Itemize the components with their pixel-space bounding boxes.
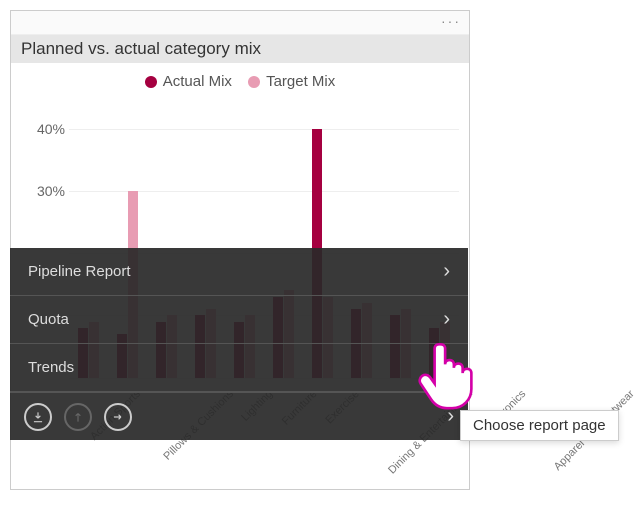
legend-actual: Actual Mix xyxy=(145,73,232,90)
card-header: ··· xyxy=(11,11,469,35)
legend-target: Target Mix xyxy=(248,73,335,90)
up-icon xyxy=(64,403,92,431)
chart-title: Planned vs. actual category mix xyxy=(11,35,469,63)
menu-item-label: Pipeline Report xyxy=(28,263,131,280)
menu-item-quota[interactable]: Quota › xyxy=(10,296,468,344)
chevron-right-icon: › xyxy=(443,260,450,283)
menu-item-pipeline-report[interactable]: Pipeline Report › xyxy=(10,248,468,296)
y-tick: 30% xyxy=(37,183,65,199)
legend-dot-actual xyxy=(145,76,157,88)
download-icon[interactable] xyxy=(24,403,52,431)
legend-label-target: Target Mix xyxy=(266,73,335,90)
overlay-footer: › xyxy=(10,392,468,440)
menu-item-label: Trends xyxy=(28,359,74,376)
y-tick: 40% xyxy=(37,121,65,137)
legend-label-actual: Actual Mix xyxy=(163,73,232,90)
legend: Actual Mix Target Mix xyxy=(11,63,469,98)
cursor-hand-icon xyxy=(418,338,474,410)
tooltip-text: Choose report page xyxy=(473,417,606,434)
menu-item-label: Quota xyxy=(28,311,69,328)
menu-item-trends[interactable]: Trends › xyxy=(10,344,468,392)
report-page-menu: Pipeline Report › Quota › Trends › › xyxy=(10,248,468,440)
chevron-right-icon: › xyxy=(443,308,450,331)
more-icon[interactable]: ··· xyxy=(441,13,461,29)
legend-dot-target xyxy=(248,76,260,88)
x-label: Apparel and Footwear xyxy=(551,388,636,507)
tooltip-choose-report-page: Choose report page xyxy=(460,410,619,441)
forward-icon[interactable] xyxy=(104,403,132,431)
